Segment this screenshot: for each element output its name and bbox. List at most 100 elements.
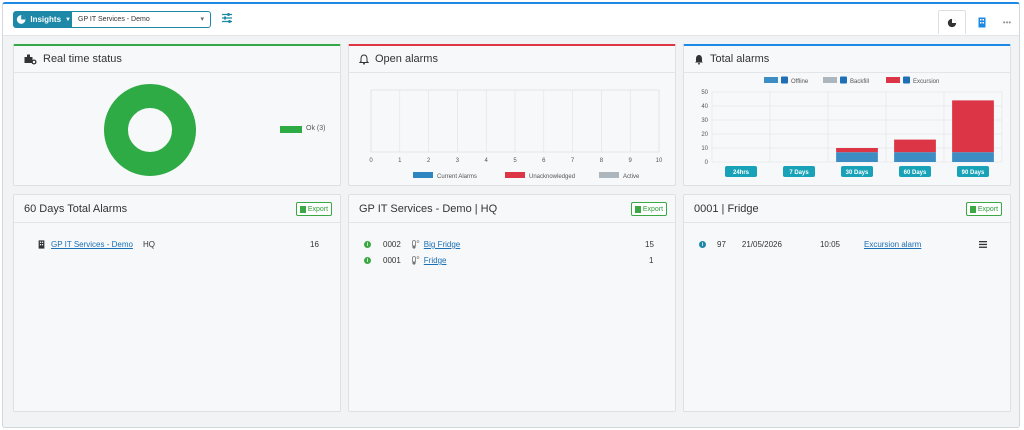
realtime-status-header: Real time status	[14, 46, 340, 73]
device-id: 0001	[383, 256, 401, 265]
x-tick-label: 6	[542, 158, 546, 164]
legend-swatch	[413, 172, 433, 178]
info-icon: i	[364, 241, 371, 248]
bar-segment	[836, 152, 878, 162]
y-tick-label: 30	[701, 118, 708, 124]
fridge-title: 0001 | Fridge	[694, 202, 759, 215]
open-alarms-card: Open alarms 0 1 2 3 4 5 6 7 8 9 10 Current Alarms Un…	[348, 44, 676, 186]
top-bar: Insights ▼ GP IT Services - Demo ▾ •••	[3, 4, 1019, 36]
alarm-count: 15	[645, 240, 654, 249]
legend-label: Excursion	[913, 79, 939, 85]
open-alarms-header: Open alarms	[349, 46, 675, 73]
tab-insights[interactable]	[938, 10, 966, 34]
hq-title: GP IT Services - Demo | HQ	[359, 202, 498, 215]
legend-label: Unacknowledged	[529, 174, 575, 180]
legend-label: Current Alarms	[437, 174, 477, 180]
legend-swatch	[764, 77, 778, 83]
export-label: Export	[642, 205, 664, 213]
legend-label-ok: Ok (3)	[306, 125, 326, 132]
menu-icon[interactable]	[979, 241, 987, 248]
x-tick-label: 8	[600, 158, 604, 164]
insights-button[interactable]: Insights ▼	[13, 11, 71, 28]
table-row: GP IT Services - Demo HQ 16	[38, 240, 328, 249]
tab-more[interactable]: •••	[993, 10, 1019, 34]
alarm-count: 1	[649, 256, 654, 265]
legend-label: Active	[623, 174, 640, 180]
alarm-time: 10:05	[819, 240, 840, 249]
bell-icon	[695, 54, 703, 65]
export-button[interactable]: Export	[631, 202, 667, 216]
export-label: Export	[977, 205, 999, 213]
thermometer-icon	[411, 256, 420, 265]
alarm-type-link[interactable]: Excursion alarm	[864, 240, 921, 249]
x-tick-label: 4	[485, 158, 489, 164]
x-tick-label: 2	[427, 158, 431, 164]
x-tick-label: 7 Days	[789, 170, 809, 176]
hq-header: GP IT Services - Demo | HQ	[349, 195, 675, 223]
table-row: i 97 21/05/2026 10:05 Excursion alarm	[699, 240, 999, 249]
y-tick-label: 20	[701, 132, 708, 138]
file-icon	[634, 205, 641, 213]
export-button[interactable]: Export	[296, 202, 332, 216]
x-tick-label: 1	[398, 158, 402, 164]
status-donut-chart	[104, 84, 196, 176]
info-icon: i	[699, 241, 706, 248]
legend-swatch	[505, 172, 525, 178]
y-tick-label: 10	[701, 146, 708, 152]
building-icon	[978, 17, 986, 27]
sliders-icon[interactable]	[221, 12, 233, 24]
file-icon	[299, 205, 306, 213]
realtime-status-title: Real time status	[43, 53, 122, 65]
total-alarms-chart: Offline Backfill Excursion 0 10 20 30 40 50 24hrs…	[701, 76, 1003, 177]
bell-outline-icon	[359, 53, 369, 65]
location-label: HQ	[142, 240, 155, 249]
donut-slice-ok	[104, 84, 196, 176]
info-icon: i	[364, 257, 371, 264]
legend-swatch	[599, 172, 619, 178]
export-button[interactable]: Export	[966, 202, 1002, 216]
bar-segment	[952, 100, 994, 153]
realtime-status-card: Real time status Ok (3)	[13, 44, 341, 186]
legend-checkbox	[781, 76, 788, 84]
pie-chart-icon	[947, 18, 957, 27]
site-link[interactable]: GP IT Services - Demo	[51, 240, 133, 249]
open-alarms-title: Open alarms	[375, 53, 438, 65]
site-select[interactable]: GP IT Services - Demo ▾	[71, 11, 211, 28]
legend-label: Offline	[791, 79, 809, 85]
legend-checkbox	[903, 76, 910, 84]
x-tick-label: 9	[629, 158, 633, 164]
chevron-down-icon: ▾	[200, 16, 204, 23]
thermometer-icon	[411, 240, 420, 249]
alarm-date: 21/05/2026	[741, 240, 782, 249]
x-tick-label: 5	[513, 158, 517, 164]
dashboard-frame: Insights ▼ GP IT Services - Demo ▾ ••• R…	[2, 2, 1020, 428]
device-link[interactable]: Big Fridge	[424, 240, 460, 249]
export-label: Export	[307, 205, 329, 213]
legend-checkbox	[840, 76, 847, 84]
x-tick-label: 7	[571, 158, 575, 164]
legend-swatch	[823, 77, 837, 83]
x-tick-label: 30 Days	[846, 170, 869, 176]
truck-clock-icon	[24, 54, 37, 64]
bar-segment	[836, 148, 878, 153]
sixty-days-header: 60 Days Total Alarms	[14, 195, 340, 223]
y-tick-label: 50	[701, 90, 708, 96]
x-tick-label: 0	[369, 158, 373, 164]
pie-chart-icon	[16, 15, 26, 24]
building-icon	[38, 240, 45, 249]
alarm-count: 16	[310, 240, 319, 249]
fridge-card: 0001 | Fridge Export i 97 21/05/2026 10:…	[683, 194, 1011, 412]
hq-card: GP IT Services - Demo | HQ Export i 0002…	[348, 194, 676, 412]
total-alarms-card: Total alarms Offline Backfill Excursion 0 10…	[683, 44, 1011, 186]
fridge-header: 0001 | Fridge	[684, 195, 1010, 223]
x-tick-label: 3	[456, 158, 460, 164]
x-tick-label: 90 Days	[962, 170, 985, 176]
x-tick-label: 24hrs	[733, 170, 750, 176]
device-link[interactable]: Fridge	[424, 256, 447, 265]
file-icon	[969, 205, 976, 213]
tab-sites[interactable]	[968, 10, 996, 34]
x-tick-label: 60 Days	[904, 170, 927, 176]
sixty-days-card: 60 Days Total Alarms Export GP IT Servic…	[13, 194, 341, 412]
site-select-value: GP IT Services - Demo	[78, 16, 150, 23]
table-row: i 0002 Big Fridge 15	[364, 240, 664, 249]
